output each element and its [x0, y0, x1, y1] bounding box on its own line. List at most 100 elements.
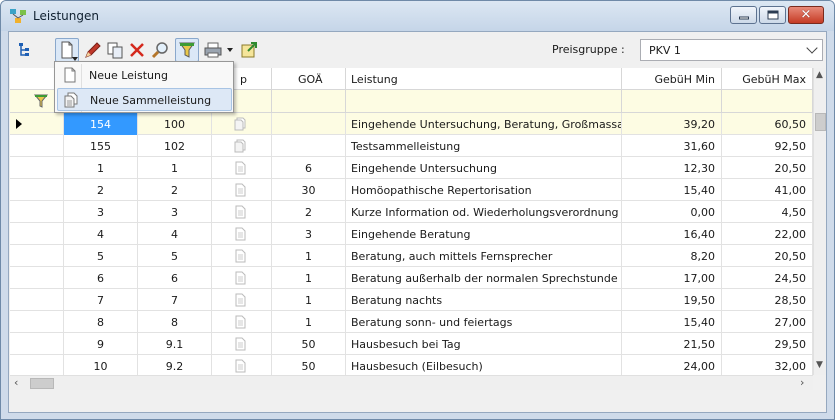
cell-nr[interactable]: 8 [138, 311, 212, 333]
cell-gebuh-min[interactable]: 24,00 [622, 355, 722, 375]
table-row[interactable]: 154 100 Eingehende Untersuchung, Beratung,… [10, 113, 813, 135]
preisgruppe-select[interactable]: PKV 1 [640, 39, 823, 61]
cell-leistung[interactable]: Eingehende Untersuchung, Beratung, Großm… [346, 113, 622, 135]
cell-typ[interactable] [212, 201, 272, 223]
row-indicator[interactable] [10, 135, 64, 157]
cell-gebuh-min[interactable]: 31,60 [622, 135, 722, 157]
cell-gebuh-max[interactable]: 28,50 [722, 289, 813, 311]
cell-typ[interactable] [212, 289, 272, 311]
table-row[interactable]: 10 9.2 50 Hausbesuch (Eilbesuch) 24,00 32,00 [10, 355, 813, 375]
cell-id[interactable]: 10 [64, 355, 138, 375]
filter-gebuh-max[interactable] [722, 90, 813, 112]
cell-leistung[interactable]: Beratung, auch mittels Fernsprecher [346, 245, 622, 267]
cell-gebuh-max[interactable]: 60,50 [722, 113, 813, 135]
export-button[interactable] [239, 40, 259, 60]
leistungen-grid[interactable]: p GOÄ Leistung GebüH Min GebüH Max 154 1… [10, 68, 813, 375]
cell-id[interactable]: 4 [64, 223, 138, 245]
minimize-button[interactable] [730, 6, 757, 24]
cell-gebuh-min[interactable]: 21,50 [622, 333, 722, 355]
cell-leistung[interactable]: Beratung sonn- und feiertags [346, 311, 622, 333]
cell-leistung[interactable]: Kurze Information od. Wiederholungsveror… [346, 201, 622, 223]
cell-nr[interactable]: 100 [138, 113, 212, 135]
table-row[interactable]: 6 6 1 Beratung außerhalb der normalen Sprec… [10, 267, 813, 289]
cell-gebuh-min[interactable]: 8,20 [622, 245, 722, 267]
cell-gebuh-min[interactable]: 39,20 [622, 113, 722, 135]
cell-gebuh-max[interactable]: 29,50 [722, 333, 813, 355]
table-row[interactable]: 8 8 1 Beratung sonn- und feiertags 15,40 27,0… [10, 311, 813, 333]
cell-typ[interactable] [212, 355, 272, 375]
cell-nr[interactable]: 3 [138, 201, 212, 223]
cell-gebuh-min[interactable]: 15,40 [622, 311, 722, 333]
cell-nr[interactable]: 9.1 [138, 333, 212, 355]
cell-nr[interactable]: 2 [138, 179, 212, 201]
cell-id[interactable]: 1 [64, 157, 138, 179]
table-row[interactable]: 5 5 1 Beratung, auch mittels Fernsprecher 8,… [10, 245, 813, 267]
cell-typ[interactable] [212, 157, 272, 179]
table-row[interactable]: 7 7 1 Beratung nachts 19,50 28,50 [10, 289, 813, 311]
cell-gebuh-min[interactable]: 15,40 [622, 179, 722, 201]
scroll-up-icon[interactable]: ▲ [816, 70, 823, 80]
cell-leistung[interactable]: Eingehende Untersuchung [346, 157, 622, 179]
cell-id[interactable]: 6 [64, 267, 138, 289]
vertical-scroll-thumb[interactable] [815, 113, 826, 131]
horizontal-scroll-thumb[interactable] [30, 378, 54, 389]
cell-nr[interactable]: 1 [138, 157, 212, 179]
vertical-scrollbar[interactable]: ▲ ▼ [813, 68, 826, 375]
search-button[interactable] [151, 40, 171, 60]
print-button[interactable] [203, 40, 223, 60]
maximize-button[interactable] [759, 6, 786, 24]
table-row[interactable]: 2 2 30 Homöopathische Repertorisation 15,40 4… [10, 179, 813, 201]
horizontal-scrollbar[interactable]: ‹ › [10, 375, 813, 390]
filter-gebuh-min[interactable] [622, 90, 722, 112]
cell-goa[interactable]: 50 [272, 333, 346, 355]
cell-id[interactable]: 3 [64, 201, 138, 223]
cell-leistung[interactable]: Beratung außerhalb der normalen Sprechst… [346, 267, 622, 289]
cell-gebuh-max[interactable]: 27,00 [722, 311, 813, 333]
cell-id[interactable]: 8 [64, 311, 138, 333]
cell-id[interactable]: 2 [64, 179, 138, 201]
scroll-left-icon[interactable]: ‹ [14, 376, 18, 389]
cell-goa[interactable]: 1 [272, 289, 346, 311]
table-row[interactable]: 4 4 3 Eingehende Beratung 16,40 22,00 [10, 223, 813, 245]
column-header-gebuh-max[interactable]: GebüH Max [722, 68, 813, 90]
cell-id[interactable]: 5 [64, 245, 138, 267]
cell-typ[interactable] [212, 179, 272, 201]
row-indicator[interactable] [10, 223, 64, 245]
cell-id[interactable]: 155 [64, 135, 138, 157]
table-row[interactable]: 155 102 Testsammelleistung 31,60 92,50 [10, 135, 813, 157]
cell-typ[interactable] [212, 267, 272, 289]
cell-goa[interactable]: 6 [272, 157, 346, 179]
cell-goa[interactable] [272, 135, 346, 157]
cell-typ[interactable] [212, 223, 272, 245]
cell-gebuh-max[interactable]: 41,00 [722, 179, 813, 201]
print-dropdown-caret[interactable] [227, 48, 233, 52]
row-indicator[interactable] [10, 267, 64, 289]
cell-leistung[interactable]: Homöopathische Repertorisation [346, 179, 622, 201]
cell-leistung[interactable]: Hausbesuch (Eilbesuch) [346, 355, 622, 375]
cell-nr[interactable]: 102 [138, 135, 212, 157]
cell-goa[interactable]: 1 [272, 311, 346, 333]
cell-gebuh-max[interactable]: 92,50 [722, 135, 813, 157]
column-header-goa[interactable]: GOÄ [272, 68, 346, 90]
edit-button[interactable] [83, 40, 103, 60]
cell-nr[interactable]: 5 [138, 245, 212, 267]
cell-typ[interactable] [212, 113, 272, 135]
row-indicator[interactable] [10, 201, 64, 223]
cell-typ[interactable] [212, 245, 272, 267]
table-row[interactable]: 3 3 2 Kurze Information od. Wiederholungsve… [10, 201, 813, 223]
delete-button[interactable] [127, 40, 147, 60]
row-indicator[interactable] [10, 311, 64, 333]
close-button[interactable]: ✕ [788, 6, 824, 24]
cell-gebuh-min[interactable]: 16,40 [622, 223, 722, 245]
cell-gebuh-max[interactable]: 4,50 [722, 201, 813, 223]
table-row[interactable]: 9 9.1 50 Hausbesuch bei Tag 21,50 29,50 [10, 333, 813, 355]
cell-id[interactable]: 7 [64, 289, 138, 311]
cell-typ[interactable] [212, 333, 272, 355]
cell-gebuh-max[interactable]: 22,00 [722, 223, 813, 245]
cell-leistung[interactable]: Hausbesuch bei Tag [346, 333, 622, 355]
column-header-gebuh-min[interactable]: GebüH Min [622, 68, 722, 90]
row-indicator[interactable] [10, 289, 64, 311]
cell-goa[interactable]: 2 [272, 201, 346, 223]
tree-view-button[interactable] [15, 40, 35, 60]
row-indicator[interactable] [10, 179, 64, 201]
